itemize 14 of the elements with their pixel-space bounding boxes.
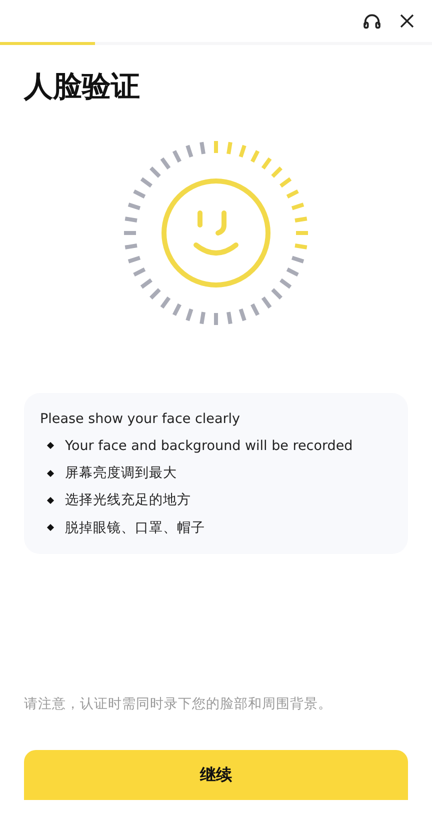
- continue-button[interactable]: 继续: [24, 750, 408, 800]
- tip-text: 选择光线充足的地方: [65, 491, 191, 510]
- notice-text: 请注意，认证时需同时录下您的脸部和周围背景。: [24, 694, 333, 714]
- bullet-icon: [46, 496, 54, 504]
- bullet-icon: [46, 524, 54, 532]
- smiley-face-icon: [162, 178, 270, 287]
- bullet-icon: [46, 470, 54, 477]
- page-title: 人脸验证: [24, 68, 141, 105]
- tip-text: 脱掉眼镜、口罩、帽子: [65, 518, 205, 538]
- tips-heading: Please show your face clearly: [40, 410, 242, 428]
- bullet-icon: [46, 442, 54, 450]
- close-icon[interactable]: [398, 12, 416, 30]
- tip-text: Your face and background will be recorded: [65, 436, 353, 456]
- tip-text: 屏幕亮度调到最大: [65, 464, 177, 483]
